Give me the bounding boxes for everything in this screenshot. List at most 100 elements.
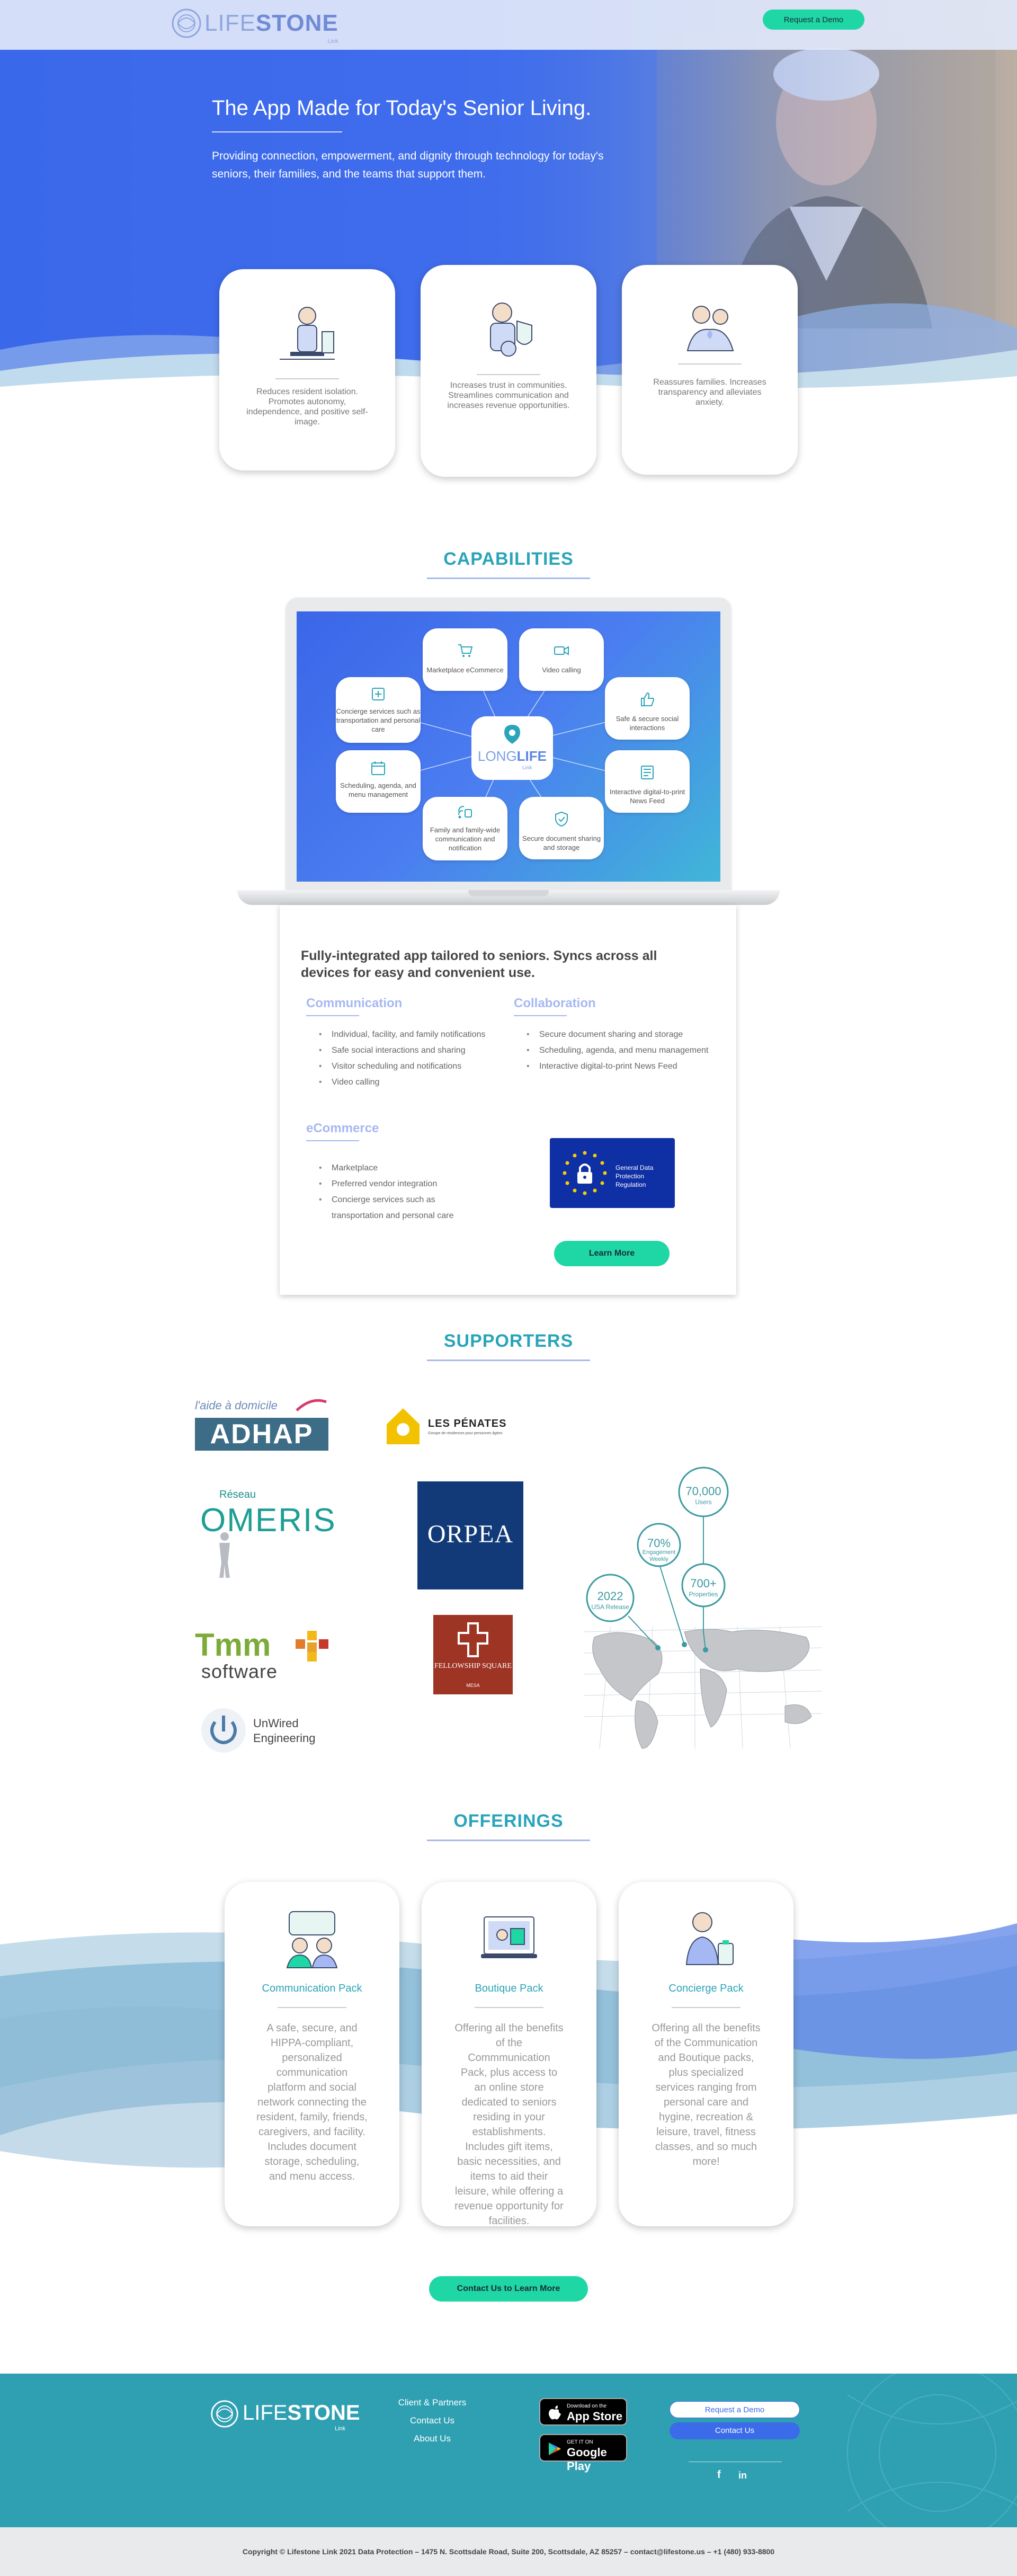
benefit-text: Reduces resident isolation. Promotes aut… [246,387,368,427]
broadcast-icon [458,806,472,819]
communication-title: Communication [306,996,403,1010]
top-nav: LIFESTONE Link Request a Demo [0,0,1017,50]
footer-request-demo-button[interactable]: Request a Demo [670,2401,800,2418]
stat-engagement-value: 70% [647,1536,671,1550]
google-play-badge[interactable]: GET IT ON Google Play [539,2434,627,2473]
contact-us-learn-more-button[interactable]: Contact Us to Learn More [429,2276,588,2302]
cap-scheduling: Scheduling, agenda, and menu management [336,750,421,813]
cap-newsfeed: Interactive digital-to-print News Feed [605,750,690,813]
omeris-figure-icon [219,1532,230,1578]
learn-more-button[interactable]: Learn More [554,1241,670,1266]
benefit-divider [275,378,339,379]
footer-link-clients[interactable]: Client & Partners [390,2394,475,2412]
list-item: Video calling [319,1074,510,1090]
offer-card-boutique: Boutique Pack Offering all the benefits … [422,1882,596,2227]
family-illustration-icon [686,306,734,351]
cap-social: Safe & secure social interactions [605,677,690,740]
linkedin-icon[interactable]: in [738,2470,747,2481]
calendar-icon [371,761,385,775]
news-feed-icon [641,766,654,779]
adhap-logo: l'aide à domicile ADHAP [195,1399,335,1457]
house-icon [387,1408,420,1444]
concierge-pack-icon [685,1912,734,1965]
benefit-divider [477,374,540,375]
gdpr-text: General Data Protection Regulation [615,1164,654,1188]
offer-card-communication: Communication Pack A safe, secure, and H… [225,1882,399,2226]
adhap-swoosh-icon [296,1399,327,1411]
footer-logo[interactable]: LIFESTONE Link [210,2397,360,2434]
offer-divider [475,2007,543,2008]
offerings-divider [427,1840,590,1841]
list-item: Concierge services such as transportatio… [319,1192,488,1224]
footer-pattern [847,2374,1017,2527]
logo-text: LIFESTONE [204,10,338,36]
stat-users-label: Users [695,1498,712,1506]
hero-divider [212,131,342,132]
ecommerce-divider [306,1140,359,1141]
cap-video: Video calling [519,628,604,691]
resident-illustration-icon [280,307,335,360]
cap-concierge: Concierge services such as transportatio… [336,677,421,743]
offer-name: Concierge Pack [668,1983,744,1994]
ecommerce-list: Marketplace Preferred vendor integration… [319,1160,488,1224]
collaboration-divider [514,1015,567,1016]
fellowship-cross-icon [458,1622,488,1657]
list-item: Scheduling, agenda, and menu management [527,1043,728,1059]
offer-divider [278,2007,346,2008]
collaboration-list: Secure document sharing and storage Sche… [527,1027,728,1074]
list-item: Visitor scheduling and notifications [319,1059,510,1074]
offer-card-concierge: Concierge Pack Offering all the benefits… [619,1882,793,2226]
cap-marketplace: Marketplace eCommerce [423,628,507,691]
apple-icon [549,2405,561,2420]
request-demo-button[interactable]: Request a Demo [763,10,864,30]
tmm-squares-icon [296,1631,328,1662]
google-play-icon [549,2442,561,2455]
stat-release-value: 2022 [597,1589,623,1603]
fellowship-square-logo: FELLOWSHIP SQUARE MESA [433,1615,513,1694]
offerings-title: OFFERINGS [453,1811,564,1831]
copyright: Copyright © Lifestone Link 2021 Data Pro… [0,2527,1017,2576]
laptop-notch [468,890,549,896]
cap-secure-documents: Secure document sharing and storage [519,797,604,859]
footer: LIFESTONE Link Client & Partners Contact… [0,2374,1017,2527]
logo[interactable]: LIFESTONE Link [171,7,338,45]
orpea-logo: ORPEA [417,1481,523,1589]
benefit-card-families: Reassures families. Increases transparen… [622,265,798,475]
benefit-text: Reassures families. Increases transparen… [653,378,766,407]
footer-contact-button[interactable]: Contact Us [670,2422,800,2439]
features-heading: Fully-integrated app tailored to seniors… [301,948,657,980]
offer-text: A safe, secure, and HIPPA-compliant, per… [256,2022,368,2182]
footer-link-contact[interactable]: Contact Us [390,2412,475,2430]
cap-family-communication: Family and family-wide communication and… [423,797,507,860]
hero-text: Providing connection, empowerment, and d… [212,150,604,180]
list-item: Secure document sharing and storage [527,1027,728,1043]
video-camera-icon [554,646,569,655]
thumbs-up-icon [641,692,654,706]
communication-list: Individual, facility, and family notific… [319,1027,510,1090]
stat-properties-value: 700+ [690,1577,717,1590]
supporters-divider [427,1360,590,1361]
benefit-card-communities: Increases trust in communities. Streamli… [421,265,596,477]
communication-pack-icon [286,1911,338,1968]
longlife-center-logo: LONGLIFE Link [471,716,553,780]
world-map-stats: 70,000 Users 70% Engagement Weekly 2022 … [578,1452,827,1770]
les-penates-logo: LES PÉNATES Groupe de résidences pour pe… [385,1406,528,1449]
cart-icon [458,644,473,657]
tmm-software-logo: Tmm software [195,1627,343,1685]
offer-divider [672,2007,741,2008]
stat-engagement-label: Engagement Weekly [642,1549,676,1562]
benefit-text: Increases trust in communities. Streamli… [447,381,570,410]
app-store-badge[interactable]: Download on the App Store [539,2398,627,2426]
unwired-engineering-logo: UnWired Engineering [197,1704,335,1757]
stat-properties-label: Properties [689,1591,718,1598]
ecommerce-title: eCommerce [306,1121,379,1135]
boutique-pack-icon [481,1916,537,1958]
list-item: Individual, facility, and family notific… [319,1027,510,1043]
lifestone-logo-icon [211,2400,238,2428]
footer-link-about[interactable]: About Us [390,2430,475,2448]
omeris-logo: Réseau OMERIS [195,1489,335,1579]
supporters-title: SUPPORTERS [443,1331,574,1351]
facebook-icon[interactable]: f [717,2469,721,2481]
list-item: Preferred vendor integration [319,1176,488,1192]
capabilities-title: CAPABILITIES [443,549,574,569]
